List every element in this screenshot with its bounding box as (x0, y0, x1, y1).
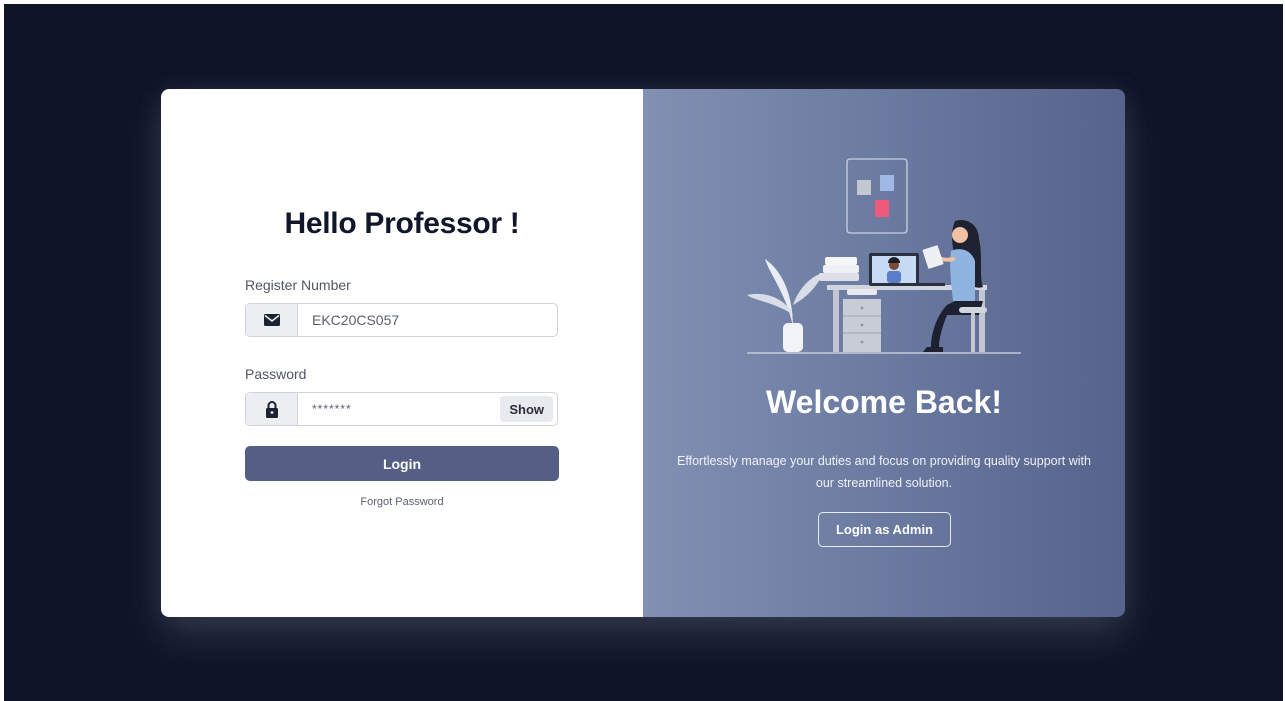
welcome-panel: Welcome Back! Effortlessly manage your d… (643, 89, 1125, 617)
welcome-title: Welcome Back! (766, 384, 1002, 420)
page-title: Hello Professor ! (284, 207, 520, 240)
register-number-label: Register Number (245, 277, 351, 293)
lock-icon (246, 393, 298, 425)
password-group: Show (245, 392, 558, 426)
show-password-button[interactable]: Show (500, 396, 553, 422)
desk-illustration (747, 158, 1021, 354)
login-card: Hello Professor ! Register Number Passwo… (161, 89, 1125, 617)
register-number-input[interactable] (298, 304, 557, 336)
login-panel: Hello Professor ! Register Number Passwo… (161, 89, 643, 617)
forgot-password-link[interactable]: Forgot Password (161, 496, 643, 508)
welcome-description: Effortlessly manage your duties and focu… (677, 454, 1091, 490)
app-background: Hello Professor ! Register Number Passwo… (4, 4, 1283, 701)
register-number-group (245, 303, 558, 337)
login-button[interactable]: Login (245, 446, 559, 481)
password-label: Password (245, 366, 307, 382)
password-input[interactable] (298, 393, 501, 425)
login-as-admin-button[interactable]: Login as Admin (818, 512, 951, 547)
envelope-icon (246, 304, 298, 336)
